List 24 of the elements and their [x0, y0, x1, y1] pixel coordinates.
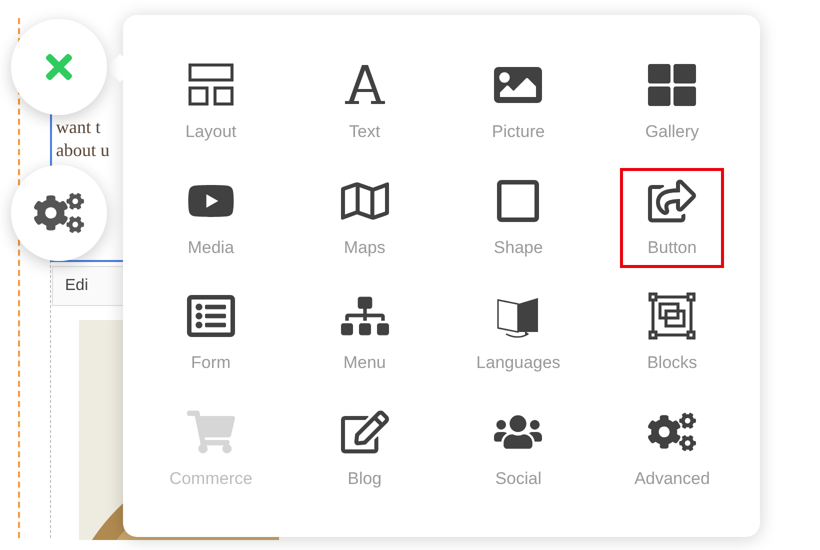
component-tile[interactable]: Blocks [620, 284, 724, 384]
component-tile[interactable]: Form [158, 284, 263, 384]
component-tile[interactable]: Text [312, 52, 417, 153]
share-icon [648, 176, 696, 224]
paragraph-text: about u [56, 139, 110, 162]
component-tile[interactable]: Maps [312, 168, 417, 268]
edit-icon [340, 408, 389, 456]
blocks-icon [648, 292, 696, 340]
component-tile[interactable]: Advanced [620, 399, 724, 500]
edit-label: Edi [65, 276, 88, 296]
component-tile[interactable]: Gallery [620, 52, 724, 153]
component-tile[interactable]: Picture [466, 52, 570, 153]
cart-icon [186, 408, 235, 456]
component-tile[interactable]: Shape [466, 168, 570, 268]
component-tile[interactable]: Button [620, 168, 724, 268]
form-icon [186, 292, 235, 340]
component-tile[interactable]: Blog [312, 399, 417, 500]
component-tile[interactable]: Media [158, 168, 263, 268]
grid-icon [648, 61, 696, 109]
component-tile[interactable]: Menu [312, 284, 417, 384]
paragraph-text: want t [56, 116, 100, 139]
component-tile[interactable]: Layout [158, 52, 263, 153]
component-tile[interactable]: Languages [466, 284, 570, 384]
component-tile[interactable]: Social [466, 399, 570, 500]
